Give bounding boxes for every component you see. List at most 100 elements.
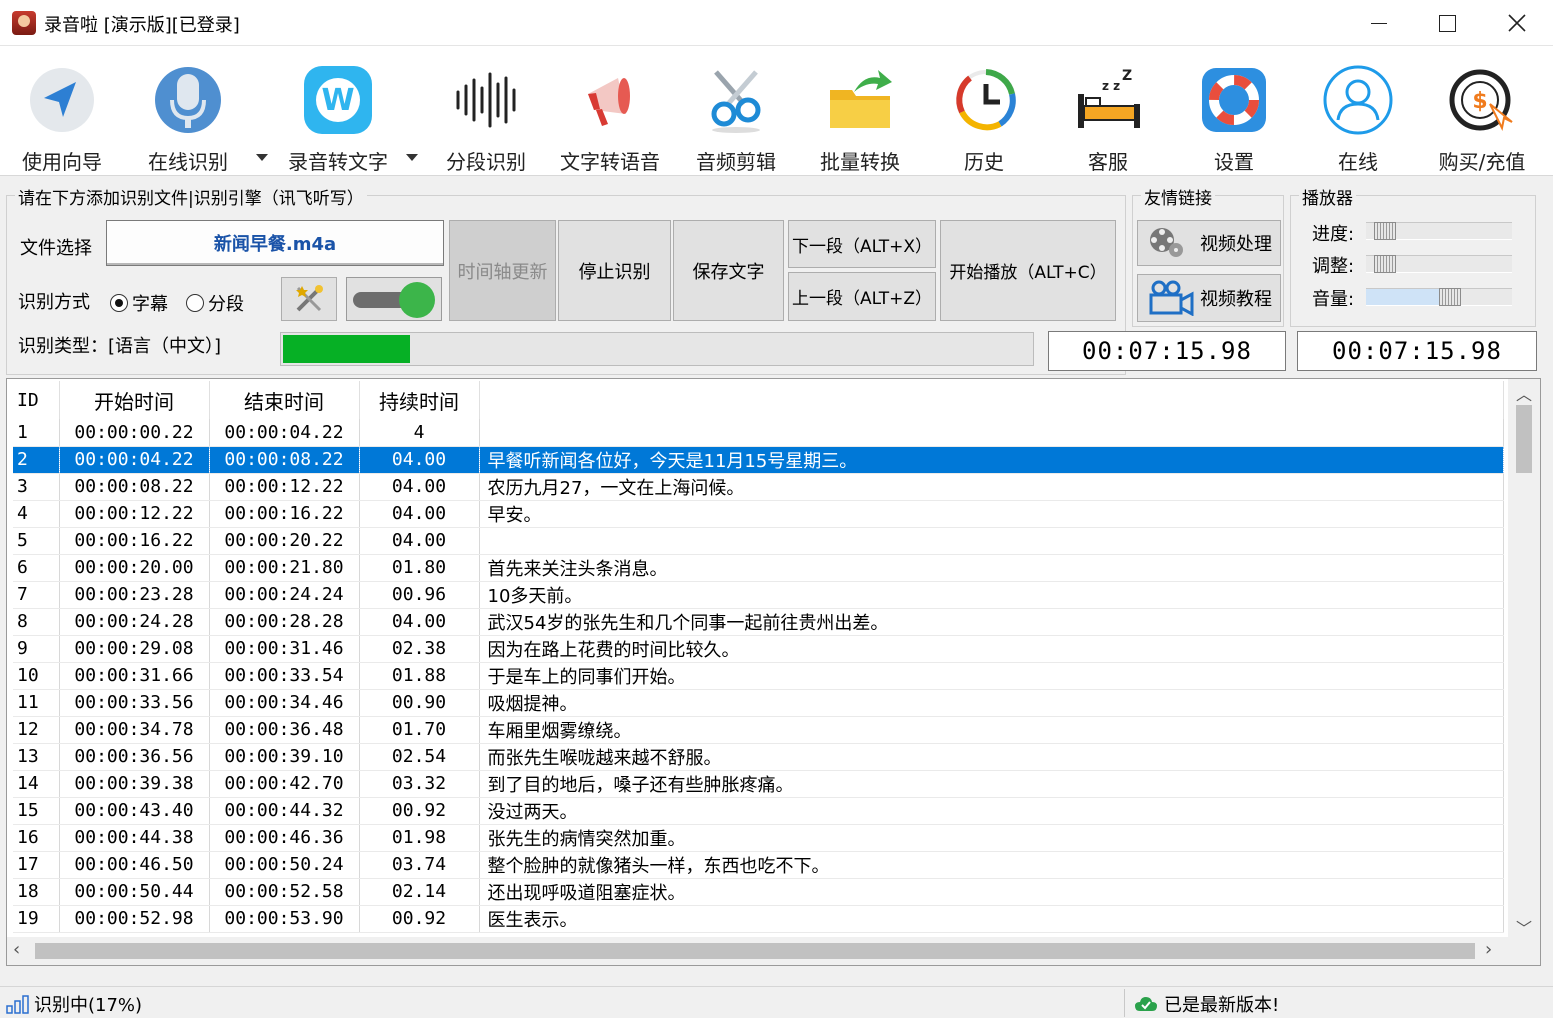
row-id-cell: 3 <box>13 473 60 501</box>
online-user-button[interactable]: 在线 <box>1298 56 1418 174</box>
column-header-text[interactable] <box>479 381 1504 419</box>
mode-segment-radio[interactable]: 分段 <box>186 290 244 316</box>
row-end-cell: 00:00:24.24 <box>209 581 360 609</box>
column-header-end[interactable]: 结束时间 <box>209 381 360 419</box>
maximize-button[interactable] <box>1412 0 1482 46</box>
history-button[interactable]: 历史 <box>924 56 1044 174</box>
customer-service-button[interactable]: z zZ 客服 <box>1048 56 1168 174</box>
table-row[interactable]: 4 00:00:12.22 00:00:16.22 04.00 早安。 <box>13 500 1504 528</box>
horizontal-scroll-thumb[interactable] <box>35 943 1475 959</box>
segment-recognize-label: 分段识别 <box>446 150 526 174</box>
minimize-button[interactable] <box>1344 0 1414 46</box>
column-header-start[interactable]: 开始时间 <box>59 381 210 419</box>
table-row[interactable]: 5 00:00:16.22 00:00:20.22 04.00 <box>13 527 1504 555</box>
main-toolbar: 使用向导 在线识别 W 录音转文字 分段识别 文字转语音 音频剪辑 批量转换 历… <box>0 46 1553 176</box>
player-adjust-thumb[interactable] <box>1374 255 1396 273</box>
row-start-cell: 00:00:29.08 <box>59 635 210 663</box>
scroll-right-icon[interactable]: › <box>1485 939 1492 960</box>
player-progress-thumb[interactable] <box>1374 222 1396 240</box>
save-text-button[interactable]: 保存文字 <box>673 220 784 321</box>
player-volume-thumb[interactable] <box>1438 288 1461 306</box>
guide-button[interactable]: 使用向导 <box>2 56 122 174</box>
vertical-scroll-thumb[interactable] <box>1516 405 1532 473</box>
mode-subtitle-label: 字幕 <box>132 294 168 315</box>
table-row[interactable]: 3 00:00:08.22 00:00:12.22 04.00 农历九月27，一文在上海… <box>13 473 1504 501</box>
segments-table-panel: ID 开始时间 结束时间 持续时间 1 00:00:00.22 00:00:04.2… <box>6 378 1541 966</box>
stop-recognize-button[interactable]: 停止识别 <box>558 220 671 321</box>
svg-text:Z: Z <box>1122 68 1132 84</box>
table-row[interactable]: 11 00:00:33.56 00:00:34.46 00.90 吸烟提神。 <box>13 689 1504 717</box>
column-header-duration[interactable]: 持续时间 <box>359 381 480 419</box>
row-duration-cell: 03.74 <box>359 851 480 879</box>
player-progress-slider[interactable] <box>1366 222 1512 240</box>
row-duration-cell: 00.92 <box>359 905 480 933</box>
player-volume-slider[interactable] <box>1366 288 1512 306</box>
online-recognize-dropdown-icon[interactable] <box>256 154 268 161</box>
recognize-group-title: 请在下方添加识别文件|识别引擎（讯飞听写） <box>15 184 367 209</box>
row-start-cell: 00:00:12.22 <box>59 500 210 528</box>
row-text-cell: 而张先生喉咙越来越不舒服。 <box>479 743 1504 771</box>
row-text-cell: 10多天前。 <box>479 581 1504 609</box>
player-progress-label: 进度: <box>1312 224 1355 245</box>
table-row[interactable]: 9 00:00:29.08 00:00:31.46 02.38 因为在路上花费的时间比较… <box>13 635 1504 663</box>
file-select-button[interactable]: 新闻早餐.m4a <box>106 220 444 266</box>
scroll-left-icon[interactable]: ‹ <box>13 939 20 960</box>
mode-subtitle-radio[interactable]: 字幕 <box>110 290 168 316</box>
table-row[interactable]: 1 00:00:00.22 00:00:04.22 4 <box>13 419 1504 447</box>
table-body: 1 00:00:00.22 00:00:04.22 4 2 00:00:04.22 00:0… <box>13 419 1504 933</box>
table-row[interactable]: 8 00:00:24.28 00:00:28.28 04.00 武汉54岁的张先生和几个… <box>13 608 1504 636</box>
scroll-up-icon[interactable]: ︿ <box>1508 381 1540 405</box>
batch-convert-button[interactable]: 批量转换 <box>800 56 920 174</box>
close-button[interactable] <box>1482 0 1552 46</box>
prev-segment-button[interactable]: 上一段（ALT+Z） <box>788 272 936 321</box>
row-id-cell: 5 <box>13 527 60 555</box>
scroll-down-icon[interactable]: ﹀ <box>1508 915 1540 939</box>
table-row[interactable]: 10 00:00:31.66 00:00:33.54 01.88 于是车上的同事们开始。 <box>13 662 1504 690</box>
row-text-cell: 没过两天。 <box>479 797 1504 825</box>
table-row[interactable]: 16 00:00:44.38 00:00:46.36 01.98 张先生的病情突然加重。 <box>13 824 1504 852</box>
horizontal-scrollbar[interactable]: ‹ › <box>7 937 1540 965</box>
text-to-speech-button[interactable]: 文字转语音 <box>550 56 670 174</box>
audio-edit-button[interactable]: 音频剪辑 <box>676 56 796 174</box>
start-play-button[interactable]: 开始播放（ALT+C） <box>940 220 1116 321</box>
row-id-cell: 12 <box>13 716 60 744</box>
row-text-cell: 农历九月27，一文在上海问候。 <box>479 473 1504 501</box>
audio-to-text-dropdown-icon[interactable] <box>406 154 418 161</box>
segment-recognize-button[interactable]: 分段识别 <box>426 56 546 174</box>
table-row[interactable]: 17 00:00:46.50 00:00:50.24 03.74 整个脸肿的就像猪头一样… <box>13 851 1504 879</box>
row-duration-cell: 00.96 <box>359 581 480 609</box>
row-start-cell: 00:00:31.66 <box>59 662 210 690</box>
table-row[interactable]: 7 00:00:23.28 00:00:24.24 00.96 10多天前。 <box>13 581 1504 609</box>
row-start-cell: 00:00:24.28 <box>59 608 210 636</box>
next-segment-button[interactable]: 下一段（ALT+X） <box>788 220 936 268</box>
player-adjust-slider[interactable] <box>1366 255 1512 273</box>
navigation-arrow-icon <box>30 68 94 132</box>
column-header-id[interactable]: ID <box>13 381 60 419</box>
row-id-cell: 2 <box>13 446 60 474</box>
video-process-button[interactable]: 视频处理 <box>1137 220 1281 266</box>
row-start-cell: 00:00:46.50 <box>59 851 210 879</box>
lifebuoy-icon <box>1202 68 1266 132</box>
buy-recharge-label: 购买/充值 <box>1438 150 1526 174</box>
table-row[interactable]: 6 00:00:20.00 00:00:21.80 01.80 首先来关注头条消息。 <box>13 554 1504 582</box>
row-text-cell: 吸烟提神。 <box>479 689 1504 717</box>
settings-label: 设置 <box>1214 150 1254 174</box>
status-separator <box>1124 989 1125 1017</box>
table-row[interactable]: 19 00:00:52.98 00:00:53.90 00.92 医生表示。 <box>13 905 1504 933</box>
audio-to-text-button[interactable]: W 录音转文字 <box>278 56 398 174</box>
vertical-scrollbar[interactable]: ︿ ﹀ <box>1508 379 1540 939</box>
tools-button[interactable] <box>281 277 337 321</box>
table-row[interactable]: 15 00:00:43.40 00:00:44.32 00.92 没过两天。 <box>13 797 1504 825</box>
table-row[interactable]: 14 00:00:39.38 00:00:42.70 03.32 到了目的地后，嗓子还有… <box>13 770 1504 798</box>
video-tutorial-button[interactable]: 视频教程 <box>1137 274 1281 322</box>
buy-recharge-button[interactable]: $ 购买/充值 <box>1422 56 1542 174</box>
settings-button[interactable]: 设置 <box>1174 56 1294 174</box>
online-recognize-button[interactable]: 在线识别 <box>128 56 248 174</box>
table-row[interactable]: 18 00:00:50.44 00:00:52.58 02.14 还出现呼吸道阻塞症状。 <box>13 878 1504 906</box>
timeline-update-button[interactable]: 时间轴更新 <box>449 220 556 321</box>
mode-toggle-switch[interactable] <box>346 277 442 321</box>
table-row[interactable]: 2 00:00:04.22 00:00:08.22 04.00 早餐听新闻各位好，今天是… <box>13 446 1504 474</box>
table-row[interactable]: 12 00:00:34.78 00:00:36.48 01.70 车厢里烟雾缭绕。 <box>13 716 1504 744</box>
recognize-type-label: 识别类型：[语言（中文）] <box>18 336 222 357</box>
table-row[interactable]: 13 00:00:36.56 00:00:39.10 02.54 而张先生喉咙越来越不舒… <box>13 743 1504 771</box>
